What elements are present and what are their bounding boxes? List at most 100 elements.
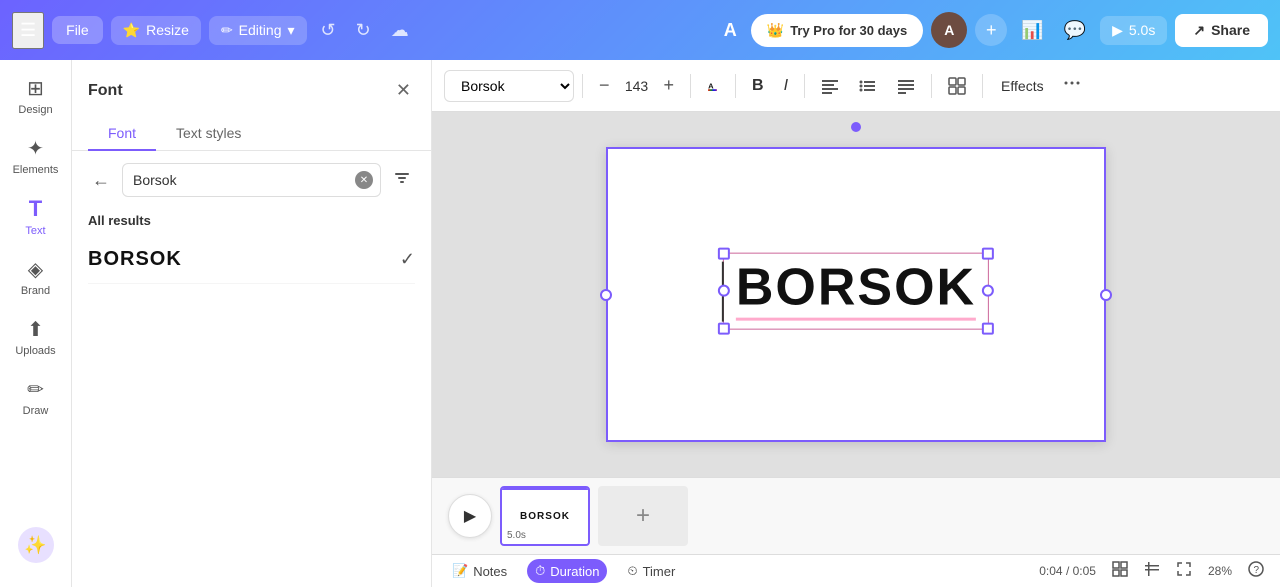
tab-text-styles[interactable]: Text styles [156,117,261,151]
grid-button[interactable] [940,71,974,101]
sidebar-item-design[interactable]: ⊞ Design [5,68,67,124]
font-name-borsok: BORSOK [88,248,182,271]
brand-icon: ◈ [28,257,43,282]
notes-button[interactable]: 📝 Notes [444,559,515,583]
duration-icon: ⏱ [535,563,545,579]
expand-button[interactable] [1172,557,1196,586]
svg-text:?: ? [1254,565,1260,576]
slide-thumbnail-1[interactable]: BORSOK 5.0s [500,486,590,546]
sidebar-item-uploads[interactable]: ⬆ Uploads [5,309,67,365]
slide-selected-indicator [502,488,588,490]
sidebar-item-elements[interactable]: ✦ Elements [5,128,67,184]
font-check-borsok: ✓ [400,249,415,270]
timeline-play-button[interactable]: ▶ [448,494,492,538]
comment-icon: 💬 [1064,20,1086,40]
fullscreen-button[interactable] [1108,557,1132,586]
undo-button[interactable]: ↺ [315,14,342,47]
timer-button[interactable]: ⏲ Timer [619,559,683,583]
add-button[interactable]: + [975,14,1007,46]
top-navigation: ☰ File ⭐ Resize ✏ Editing ▾ ↺ ↻ ☁ A 👑 Tr… [0,0,1280,60]
zoom-level: 28% [1208,564,1232,578]
font-result-item-borsok[interactable]: BORSOK ✓ [88,236,415,284]
effects-button[interactable]: Effects [991,72,1054,100]
list-button[interactable] [851,71,885,101]
resize-handle-bl[interactable] [718,322,730,334]
font-panel-close-button[interactable]: ✕ [392,76,415,105]
chart-button[interactable]: 📊 [1015,14,1049,47]
font-search-area: ← ✕ [72,151,431,209]
pencil-icon: ✏ [221,22,233,39]
text-icon: T [29,196,42,222]
text-style-button[interactable]: A [718,14,743,47]
canvas-slide[interactable]: BORSOK [606,147,1106,442]
toolbar-separator-2 [690,74,691,98]
canvas-area[interactable]: BORSOK [432,112,1280,477]
resize-handle-right[interactable] [1100,289,1112,301]
font-panel-title: Font [88,82,123,100]
toolbar-font-size: − 143 + [591,71,682,100]
cloud-icon: ☁ [391,20,409,40]
more-options-button[interactable] [1058,69,1086,102]
share-button[interactable]: ↗ Share [1175,14,1268,47]
list2-button[interactable] [889,71,923,101]
left-sidebar: ⊞ Design ✦ Elements T Text ◈ Brand ⬆ Upl… [0,60,72,587]
font-size-decrease-button[interactable]: − [591,71,618,100]
toolbar-separator-6 [982,74,983,98]
hamburger-button[interactable]: ☰ [12,12,44,49]
chevron-down-icon: ▾ [287,22,294,39]
add-slide-button[interactable]: + [598,486,688,546]
font-select[interactable]: Borsok [444,70,574,102]
redo-button[interactable]: ↻ [350,14,377,47]
resize-handle-ml[interactable] [718,285,730,297]
try-pro-button[interactable]: 👑 Try Pro for 30 days [751,14,924,47]
toolbar-separator-1 [582,74,583,98]
resize-handle-tl[interactable] [718,247,730,259]
resize-handle-tr[interactable] [982,247,994,259]
time-display: 0:04 / 0:05 [1039,564,1096,578]
italic-button[interactable]: I [776,71,796,101]
font-size-increase-button[interactable]: + [656,71,683,100]
canvas-text-element[interactable]: BORSOK [723,252,989,329]
resize-handle-mr[interactable] [982,285,994,297]
resize-handle-left[interactable] [600,289,612,301]
text-selection-box: BORSOK [723,252,989,329]
toolbar-separator-3 [735,74,736,98]
slide-thumb-text: BORSOK [520,511,570,522]
timeline-bottom-bar: 📝 Notes ⏱ Duration ⏲ Timer 0:04 / 0:05 [432,554,1280,587]
file-button[interactable]: File [52,16,103,44]
cloud-save-button[interactable]: ☁ [385,14,415,47]
play-icon: ▶ [1112,22,1123,39]
magic-icon: ✨ [18,527,54,563]
font-search-back-button[interactable]: ← [88,166,114,195]
crown-icon: 👑 [767,22,784,39]
grid-view-button[interactable] [1140,557,1164,586]
editing-button[interactable]: ✏ Editing ▾ [209,16,307,45]
draw-icon: ✏ [27,377,44,402]
present-button[interactable]: ▶ 5.0s [1100,16,1167,45]
tab-font[interactable]: Font [88,117,156,151]
timeline-area: ▶ BORSOK 5.0s + 📝 Notes ⏱ Durati [432,477,1280,587]
chart-icon: 📊 [1021,20,1043,40]
rotate-handle[interactable] [851,122,861,132]
font-search-input[interactable] [122,163,381,197]
font-all-results-label: All results [72,209,431,236]
sidebar-item-text[interactable]: T Text [5,188,67,245]
sidebar-item-brand[interactable]: ◈ Brand [5,249,67,305]
uploads-icon: ⬆ [27,317,44,342]
avatar[interactable]: A [931,12,967,48]
font-search-clear-button[interactable]: ✕ [355,171,373,189]
share-icon: ↗ [1193,22,1205,39]
bold-button[interactable]: B [744,71,772,101]
text-underline [736,317,976,320]
comment-button[interactable]: 💬 [1058,14,1092,47]
sidebar-item-draw[interactable]: ✏ Draw [5,369,67,425]
resize-button[interactable]: ⭐ Resize [111,16,201,45]
timeline-slides: ▶ BORSOK 5.0s + [432,478,1280,554]
resize-handle-br[interactable] [982,322,994,334]
font-filter-button[interactable] [389,165,415,196]
text-color-button[interactable]: A [699,72,727,100]
duration-button[interactable]: ⏱ Duration [527,559,607,583]
help-button[interactable]: ? [1244,557,1268,586]
magic-button[interactable]: ✨ [5,519,67,571]
align-button[interactable] [813,71,847,101]
